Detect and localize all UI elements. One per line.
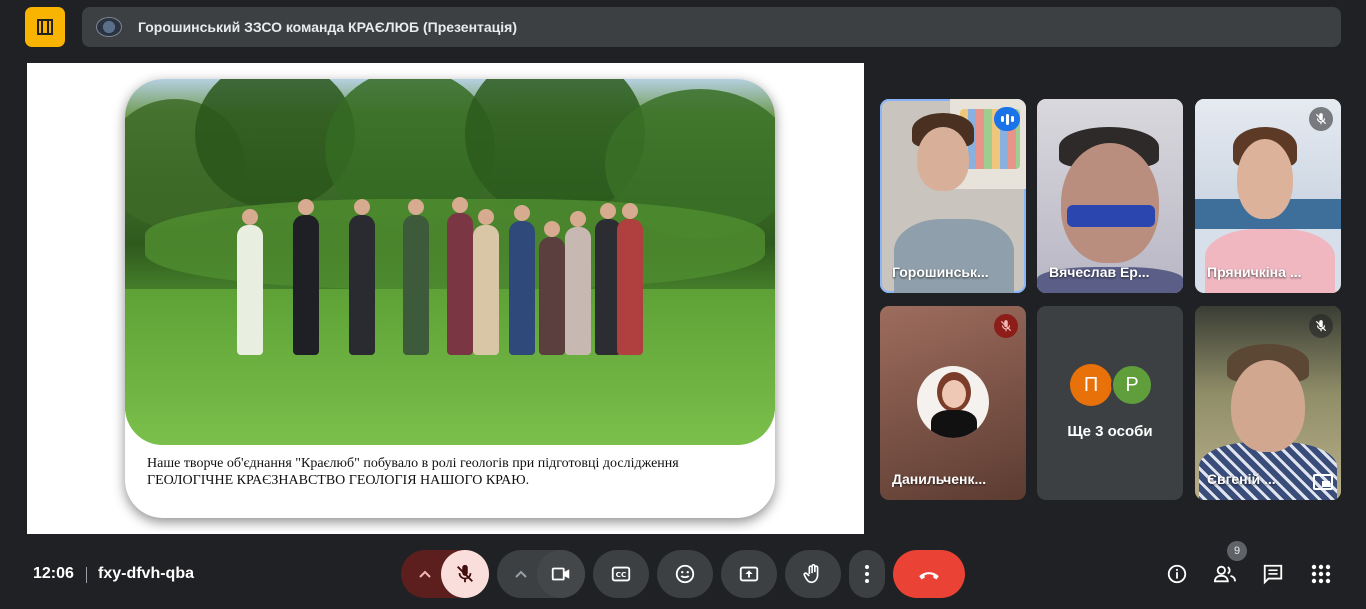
raise-hand-icon [803,564,819,584]
camera-control-group [497,550,585,598]
mic-off-icon [457,564,473,583]
slide-photo-card: Наше творче об'єднання "Краєлюб" побувал… [125,79,775,518]
end-call-button[interactable] [893,550,965,598]
participant-group-tile[interactable]: П Р Ще 3 особи [1037,306,1183,500]
participant-tile[interactable]: Вячеслав Ер... [1037,99,1183,293]
mic-toggle-button[interactable] [441,550,489,598]
participant-tile[interactable]: Євгеній ... [1195,306,1341,500]
end-call-icon [919,572,939,580]
more-options-button[interactable] [849,550,885,598]
camera-options-chevron-icon[interactable] [509,562,533,586]
pip-icon[interactable] [1313,474,1333,490]
participant-tile[interactable]: Горошинськ... [880,99,1026,293]
meet-window: Горошинський ЗЗСО команда КРАЄЛЮБ (Презе… [0,0,1366,609]
meeting-time: 12:06 [33,565,74,582]
meeting-code: fxy-dfvh-qba [98,565,194,582]
speaking-indicator [994,107,1020,131]
participant-name: Данильченк... [892,471,987,487]
chat-button[interactable] [1261,562,1285,586]
presentation-title: Горошинський ЗЗСО команда КРАЄЛЮБ (Презе… [138,19,518,35]
mic-control-group [401,550,489,598]
presentation-slide: Наше творче об'єднання "Краєлюб" побувал… [27,63,864,534]
info-icon [1167,564,1187,584]
svg-text:CC: CC [616,570,627,579]
bottom-bar: 12:06 fxy-dfvh-qba CC [0,540,1366,609]
participant-name: Євгеній ... [1207,471,1276,487]
emoji-icon [675,564,695,584]
avatar: Р [1111,364,1153,406]
chat-icon [1263,564,1283,585]
captions-button[interactable]: CC [593,550,649,598]
participant-name: Пряничкіна ... [1207,264,1302,280]
present-button[interactable] [721,550,777,598]
camera-icon [551,567,570,581]
more-participants-label: Ще 3 особи [1067,423,1153,440]
divider [86,567,87,583]
avatar [917,366,989,438]
group-photo [125,79,775,445]
avatar: П [1070,364,1112,406]
more-icon [865,565,869,583]
caption-line-2: ГЕОЛОГІЧНЕ КРАЄЗНАВСТВО ГЕОЛОГІЯ НАШОГО … [147,473,530,488]
top-bar: Горошинський ЗЗСО команда КРАЄЛЮБ (Презе… [0,0,1366,56]
meeting-info-button[interactable] [1165,562,1189,586]
people-button[interactable] [1213,562,1237,586]
activities-button[interactable] [1309,562,1333,586]
mic-off-icon [1309,107,1333,131]
camera-toggle-button[interactable] [537,550,585,598]
participant-name: Вячеслав Ер... [1049,264,1150,280]
participant-name: Горошинськ... [892,264,989,280]
captions-icon: CC [611,566,631,582]
presentation-icon[interactable] [25,7,65,47]
participant-tile[interactable]: Данильченк... [880,306,1026,500]
participant-tile[interactable]: Пряничкіна ... [1195,99,1341,293]
mic-options-chevron-icon[interactable] [413,562,437,586]
mic-off-icon [994,314,1018,338]
people-count-badge: 9 [1227,541,1247,561]
present-icon [739,566,759,582]
raise-hand-button[interactable] [785,550,841,598]
activities-icon [1311,564,1331,584]
presenter-avatar [96,17,122,37]
mic-off-icon [1309,314,1333,338]
emoji-button[interactable] [657,550,713,598]
presentation-banner[interactable]: Горошинський ЗЗСО команда КРАЄЛЮБ (Презе… [82,7,1341,47]
caption-line-1: Наше творче об'єднання "Краєлюб" побувал… [147,456,679,471]
people-icon [1213,565,1236,583]
slide-caption: Наше творче об'єднання "Краєлюб" побувал… [147,455,757,489]
